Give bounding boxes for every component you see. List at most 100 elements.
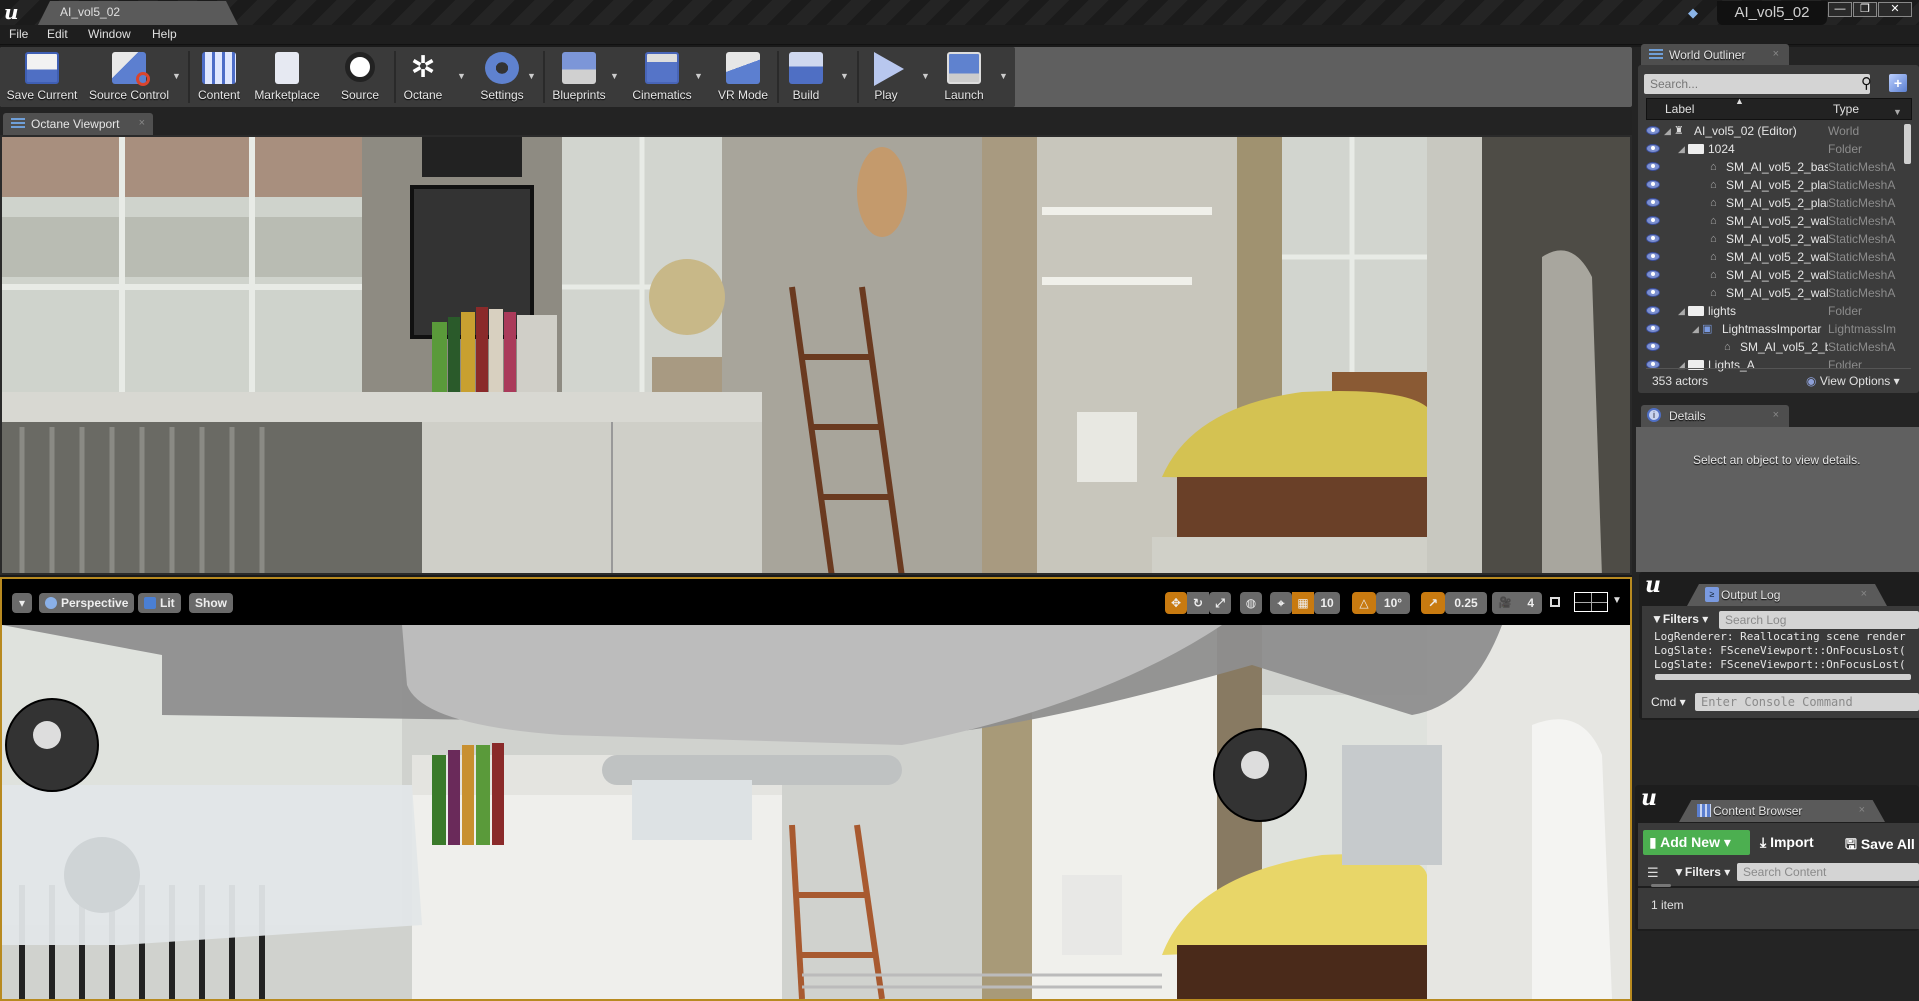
minimize-button[interactable]: — — [1828, 2, 1852, 17]
visibility-eye-icon[interactable] — [1646, 216, 1660, 225]
source-control-dropdown[interactable]: ▼ — [172, 71, 182, 81]
menu-file[interactable]: File — [9, 27, 28, 41]
rotation-snap-value[interactable]: 10° — [1376, 592, 1410, 614]
outliner-search-input[interactable]: Search... — [1644, 74, 1870, 94]
viewport-options-dropdown[interactable]: ▾ — [12, 593, 32, 613]
log-filters-button[interactable]: ▼Filters ▾ — [1651, 612, 1708, 626]
outliner-row[interactable]: ⌂ SM_AI_vol5_2_walls StaticMeshA — [1646, 248, 1911, 266]
play-dropdown[interactable]: ▼ — [921, 71, 931, 81]
outliner-row[interactable]: ◢ 1024 Folder — [1646, 140, 1911, 158]
visibility-eye-icon[interactable] — [1646, 270, 1660, 279]
log-horizontal-scrollbar[interactable] — [1655, 674, 1911, 680]
cinematics-button[interactable]: Cinematics — [626, 47, 698, 107]
outliner-row[interactable]: ⌂ SM_AI_vol5_2_walls StaticMeshA — [1646, 266, 1911, 284]
tab-details[interactable]: i Details × — [1641, 405, 1789, 427]
column-label[interactable]: Label — [1665, 102, 1694, 116]
cmd-dropdown[interactable]: Cmd ▾ — [1651, 695, 1686, 709]
expand-arrow-icon[interactable]: ◢ — [1678, 140, 1685, 158]
scale-snap-value[interactable]: 0.25 — [1445, 592, 1487, 614]
close-tab-icon[interactable]: × — [1773, 409, 1779, 421]
close-tab-icon[interactable]: × — [139, 117, 145, 129]
asset-view-scrollbar[interactable] — [1651, 884, 1671, 887]
visibility-eye-icon[interactable] — [1646, 162, 1660, 171]
cinematics-dropdown[interactable]: ▼ — [694, 71, 704, 81]
source-control-button[interactable]: Source Control — [86, 47, 172, 107]
visibility-eye-icon[interactable] — [1646, 144, 1660, 153]
tab-output-log[interactable]: ≥ Output Log × — [1687, 584, 1887, 606]
vr-mode-button[interactable]: VR Mode — [712, 47, 774, 107]
octane-button[interactable]: ✲ Octane — [398, 47, 448, 107]
menu-help[interactable]: Help — [152, 27, 177, 41]
scale-mode-icon[interactable]: ⤢ — [1209, 592, 1231, 614]
menu-edit[interactable]: Edit — [47, 27, 68, 41]
outliner-row[interactable]: ⌂ SM_AI_vol5_2_boStaticMeshA — [1646, 338, 1911, 356]
outliner-row[interactable]: ◢ ♜ AI_vol5_02 (Editor) World — [1646, 122, 1911, 140]
column-options-icon[interactable]: ▼ — [1893, 107, 1902, 117]
save-current-button[interactable]: Save Current — [2, 47, 82, 107]
expand-arrow-icon[interactable]: ◢ — [1678, 302, 1685, 320]
visibility-eye-icon[interactable] — [1646, 306, 1660, 315]
expand-arrow-icon[interactable]: ◢ — [1692, 320, 1699, 338]
visibility-eye-icon[interactable] — [1646, 198, 1660, 207]
surface-snap-icon[interactable]: ⌖ — [1270, 592, 1292, 614]
outliner-row[interactable]: ⌂ SM_AI_vol5_2_walls StaticMeshA — [1646, 212, 1911, 230]
perspective-button[interactable]: Perspective — [39, 593, 135, 613]
expand-arrow-icon[interactable]: ◢ — [1678, 356, 1685, 374]
tab-world-outliner[interactable]: World Outliner × — [1641, 44, 1789, 66]
visibility-eye-icon[interactable] — [1646, 252, 1660, 261]
level-viewport[interactable]: ▾ Perspective Lit Show ✥ ↻ ⤢ ◍ ⌖ ▦ 10 △ … — [0, 577, 1632, 1001]
marketplace-button[interactable]: Marketplace — [250, 47, 324, 107]
world-local-icon[interactable]: ◍ — [1240, 592, 1262, 614]
content-button[interactable]: Content — [192, 47, 246, 107]
visibility-eye-icon[interactable] — [1646, 126, 1660, 135]
close-tab-icon[interactable]: × — [1861, 588, 1867, 600]
import-button[interactable]: ⤓ Import — [1760, 834, 1814, 851]
settings-dropdown[interactable]: ▼ — [527, 71, 537, 81]
maximize-viewport-icon[interactable] — [1550, 597, 1560, 607]
outliner-row[interactable]: ⌂ SM_AI_vol5_2_walls StaticMeshA — [1646, 284, 1911, 302]
add-new-button[interactable]: ▮ Add New ▾ — [1643, 830, 1750, 855]
blueprints-dropdown[interactable]: ▼ — [610, 71, 620, 81]
menu-window[interactable]: Window — [88, 27, 131, 41]
octane-dropdown[interactable]: ▼ — [457, 71, 467, 81]
build-dropdown[interactable]: ▼ — [840, 71, 850, 81]
launch-button[interactable]: Launch — [935, 47, 993, 107]
outliner-row[interactable]: ◢ lights Folder — [1646, 302, 1911, 320]
outliner-row[interactable]: ◢ ▣ LightmassImportar LightmassIm — [1646, 320, 1911, 338]
content-filters-button[interactable]: ▼Filters ▾ — [1673, 865, 1730, 879]
column-type[interactable]: Type — [1833, 102, 1859, 116]
blueprints-button[interactable]: Blueprints — [547, 47, 611, 107]
tab-octane-viewport[interactable]: Octane Viewport × — [3, 113, 153, 135]
view-options-button[interactable]: ◉ View Options ▾ — [1806, 374, 1900, 388]
console-command-input[interactable]: Enter Console Command — [1695, 693, 1919, 711]
visibility-eye-icon[interactable] — [1646, 342, 1660, 351]
grid-snap-value[interactable]: 10 — [1314, 592, 1340, 614]
close-tab-icon[interactable]: × — [1773, 48, 1779, 60]
outliner-row[interactable]: ⌂ SM_AI_vol5_2_planl StaticMeshA — [1646, 194, 1911, 212]
visibility-eye-icon[interactable] — [1646, 324, 1660, 333]
lit-button[interactable]: Lit — [138, 593, 181, 613]
visibility-eye-icon[interactable] — [1646, 288, 1660, 297]
search-log-input[interactable]: Search Log — [1719, 611, 1919, 629]
translate-mode-icon[interactable]: ✥ — [1165, 592, 1187, 614]
create-folder-icon[interactable]: + — [1889, 74, 1907, 92]
expand-arrow-icon[interactable]: ◢ — [1664, 122, 1671, 140]
close-tab-icon[interactable]: × — [1859, 804, 1865, 816]
sources-toggle-icon[interactable]: ☰ — [1647, 865, 1659, 881]
save-all-button[interactable]: 🖫 Save All — [1845, 834, 1915, 858]
rotation-snap-icon[interactable]: △ — [1352, 592, 1376, 614]
visibility-eye-icon[interactable] — [1646, 234, 1660, 243]
maximize-button[interactable]: ❐ — [1853, 2, 1877, 17]
settings-button[interactable]: Settings — [474, 47, 530, 107]
camera-speed-button[interactable]: 🎥 4 — [1492, 592, 1542, 614]
build-button[interactable]: Build — [781, 47, 831, 107]
tab-content-browser[interactable]: Content Browser × — [1679, 800, 1885, 822]
scale-snap-icon[interactable]: ↗ — [1421, 592, 1445, 614]
rotate-mode-icon[interactable]: ↻ — [1187, 592, 1209, 614]
outliner-row[interactable]: ⌂ SM_AI_vol5_2_bask StaticMeshA — [1646, 158, 1911, 176]
search-content-input[interactable]: Search Content — [1737, 863, 1919, 881]
outliner-row[interactable]: ⌂ SM_AI_vol5_2_walls StaticMeshA — [1646, 230, 1911, 248]
outliner-row[interactable]: ⌂ SM_AI_vol5_2_planl StaticMeshA — [1646, 176, 1911, 194]
launch-dropdown[interactable]: ▼ — [999, 71, 1009, 81]
outliner-scrollbar[interactable] — [1904, 124, 1911, 164]
